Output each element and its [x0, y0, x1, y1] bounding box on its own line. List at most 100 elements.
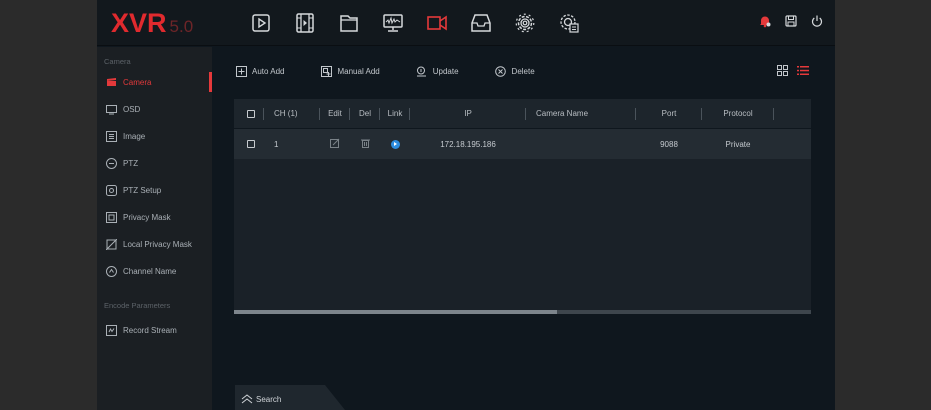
plus-box-icon	[235, 65, 247, 77]
ptz-setup-icon	[105, 185, 117, 197]
sidebar-item-label: PTZ Setup	[123, 186, 162, 195]
horizontal-scrollbar[interactable]	[234, 310, 811, 314]
row-port: 9088	[660, 139, 678, 149]
header-protocol-label: Protocol	[723, 109, 753, 118]
power-icon[interactable]	[809, 13, 825, 29]
delete-label: Delete	[511, 66, 535, 76]
manual-add-label: Manual Add	[337, 66, 380, 76]
top-right-controls	[757, 13, 825, 29]
trash-icon[interactable]	[360, 138, 370, 150]
scrollbar-thumb[interactable]	[234, 310, 558, 314]
sidebar-item-label: PTZ	[123, 159, 139, 168]
edit-icon[interactable]	[330, 138, 340, 150]
view-mode-switch	[777, 65, 809, 78]
channel-name-icon	[105, 266, 117, 278]
sidebar-section-camera: Camera	[104, 57, 131, 66]
main-menu-icons	[247, 9, 599, 37]
header-edit: Edit	[320, 99, 350, 128]
sidebar-item-label: Image	[123, 132, 146, 141]
header-ch-label: CH (1)	[274, 109, 298, 118]
camera-icon	[105, 77, 117, 89]
logo-brand: XVR	[111, 8, 167, 38]
osd-icon	[105, 104, 117, 116]
row-del-cell	[350, 129, 380, 159]
sidebar-item-label: Record Stream	[123, 326, 177, 335]
camera-icon[interactable]	[423, 9, 451, 37]
row-link-cell	[380, 129, 410, 159]
header-port-label: Port	[661, 109, 677, 118]
auto-add-button[interactable]: Auto Add	[235, 65, 284, 77]
toolbar: Auto Add Manual Add Update Delete	[235, 63, 571, 79]
storage-icon[interactable]	[467, 9, 495, 37]
logo-version: 5.0	[169, 17, 194, 36]
manual-add-icon	[320, 65, 332, 77]
system-gear-icon[interactable]	[555, 9, 583, 37]
list-view-icon[interactable]	[797, 65, 809, 78]
sidebar-item-camera[interactable]: Camera	[97, 69, 212, 96]
row-checkbox[interactable]	[247, 140, 255, 148]
sidebar-item-channel-name[interactable]: Channel Name	[97, 258, 212, 285]
update-label: Update	[432, 66, 459, 76]
row-camera-name	[526, 129, 636, 159]
sidebar-item-ptz-setup[interactable]: PTZ Setup	[97, 177, 212, 204]
grid-view-icon[interactable]	[777, 65, 788, 78]
save-icon[interactable]	[783, 13, 799, 29]
record-stream-icon	[105, 325, 117, 337]
row-edit-cell	[320, 129, 350, 159]
ptz-icon	[105, 158, 117, 170]
row-ch: 1	[274, 139, 279, 149]
playback-icon[interactable]	[247, 9, 275, 37]
header-edit-label: Edit	[328, 109, 342, 118]
sidebar-item-osd[interactable]: OSD	[97, 96, 212, 123]
chevron-up-double-icon	[241, 394, 253, 404]
sidebar-item-privacy-mask[interactable]: Privacy Mask	[97, 204, 212, 231]
link-status-icon[interactable]	[390, 139, 400, 149]
header-camera-name: Camera Name	[526, 99, 636, 128]
header-link: Link	[380, 99, 410, 128]
monitor-icon[interactable]	[379, 9, 407, 37]
sidebar-item-image[interactable]: Image	[97, 123, 212, 150]
update-button[interactable]: Update	[416, 65, 459, 77]
select-all-checkbox[interactable]	[247, 109, 255, 118]
row-ip: 172.18.195.186	[440, 139, 496, 149]
select-all-checkbox-cell	[234, 99, 264, 128]
sidebar-item-local-privacy-mask[interactable]: Local Privacy Mask	[97, 231, 212, 258]
search-tab[interactable]: Search	[235, 385, 345, 410]
local-privacy-mask-icon	[105, 239, 117, 251]
search-tab-label: Search	[256, 394, 282, 404]
row-protocol: Private	[725, 139, 751, 149]
sidebar: Camera Camera OSD Image PTZ PTZ Setup Pr…	[97, 47, 212, 410]
header-ch: CH (1)	[264, 99, 320, 128]
header-camera-name-label: Camera Name	[536, 109, 589, 118]
alarm-bell-icon[interactable]	[757, 13, 773, 29]
logo: XVR 5.0	[111, 8, 193, 38]
sidebar-item-record-stream[interactable]: Record Stream	[97, 317, 212, 344]
header-port: Port	[636, 99, 702, 128]
image-icon	[105, 131, 117, 143]
sidebar-item-label: Channel Name	[123, 267, 177, 276]
sidebar-item-label: OSD	[123, 105, 141, 114]
header-link-label: Link	[387, 109, 403, 118]
header-ip: IP	[410, 99, 526, 128]
privacy-mask-icon	[105, 212, 117, 224]
folder-icon[interactable]	[335, 9, 363, 37]
header-protocol: Protocol	[702, 99, 774, 128]
sidebar-item-label: Local Privacy Mask	[123, 240, 192, 249]
sidebar-item-label: Camera	[123, 78, 152, 87]
close-circle-icon	[495, 65, 507, 77]
sidebar-section-encode: Encode Parameters	[104, 301, 171, 310]
sidebar-item-ptz[interactable]: PTZ	[97, 150, 212, 177]
table-row[interactable]: 1 172.18.195.186 9088 Private	[234, 129, 811, 159]
camera-table: CH (1) Edit Del Link IP Camera Name Port…	[234, 99, 811, 314]
main-content: Auto Add Manual Add Update Delete CH (1)…	[212, 47, 835, 410]
video-file-icon[interactable]	[291, 9, 319, 37]
sidebar-item-label: Privacy Mask	[123, 213, 171, 222]
auto-add-label: Auto Add	[252, 66, 285, 76]
row-checkbox-cell	[234, 129, 264, 159]
header-del: Del	[350, 99, 380, 128]
delete-button[interactable]: Delete	[495, 65, 535, 77]
manual-add-button[interactable]: Manual Add	[320, 65, 380, 77]
xvr-app: XVR 5.0 Camera Camera OSD Image PTZ PTZ …	[97, 0, 835, 410]
settings-gear-icon[interactable]	[511, 9, 539, 37]
top-bar: XVR 5.0	[97, 0, 835, 46]
